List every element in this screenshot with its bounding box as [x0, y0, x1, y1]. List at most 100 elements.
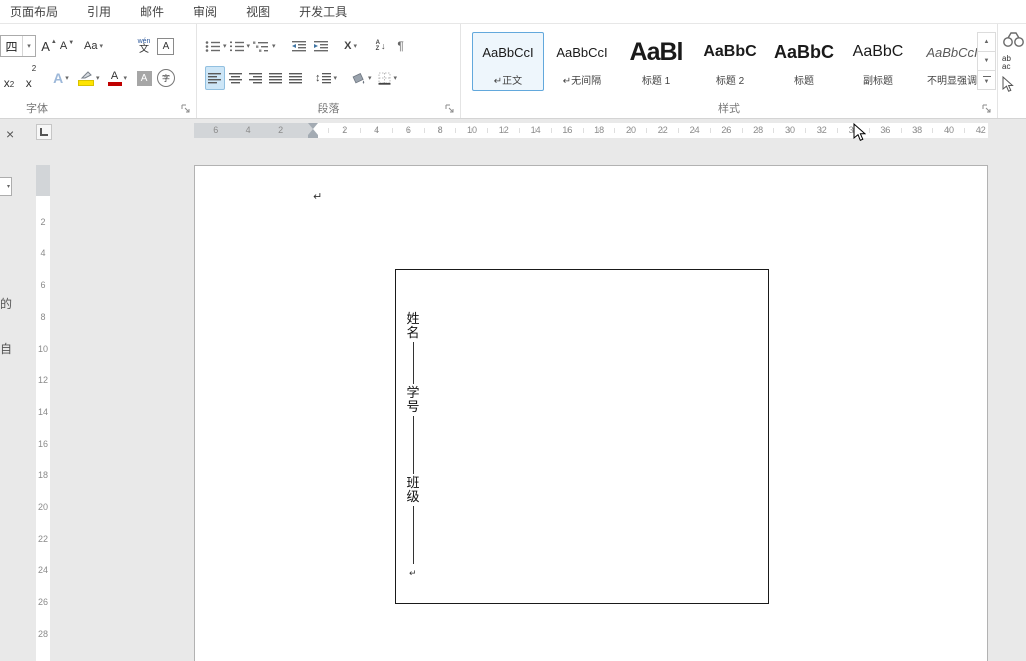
style-name: 不明显强调	[927, 72, 977, 87]
replace-icon: ab ac	[1002, 55, 1011, 71]
menu-tab-3[interactable]: 邮件	[140, 3, 164, 20]
borders-button[interactable]	[378, 67, 398, 89]
form-field-3: 班级	[406, 476, 420, 504]
sort-arrow-icon	[381, 41, 386, 51]
menu-tab-1[interactable]: 页面布局	[10, 3, 58, 20]
show-hide-marks-button[interactable]	[392, 35, 410, 57]
ruler-number: 16	[38, 439, 48, 449]
ruler-number: 40	[944, 125, 954, 135]
field-underline	[413, 506, 414, 564]
font-color-button[interactable]: A	[108, 67, 128, 89]
pane-dropdown[interactable]	[0, 177, 12, 196]
align-right-button[interactable]	[247, 67, 265, 89]
replace-button[interactable]: ab ac	[1002, 55, 1011, 71]
align-right-icon	[249, 72, 263, 84]
ruler-number: 8	[438, 125, 443, 135]
justify-icon	[269, 72, 283, 84]
form-field-1: 姓名	[406, 312, 420, 340]
style-name: 标题 1	[642, 72, 670, 87]
multilevel-list-icon	[252, 40, 270, 53]
menu-tab-6[interactable]: 开发工具	[299, 3, 347, 20]
style-sample: AaBbCcI	[926, 33, 977, 71]
multilevel-list-button[interactable]	[252, 35, 276, 57]
text-effects-button[interactable]: A	[52, 67, 70, 89]
sort-button[interactable]: A Z	[372, 35, 390, 57]
ruler-number: 14	[38, 407, 48, 417]
style-sample: AaBbCcI	[556, 33, 607, 71]
increase-indent-button[interactable]	[312, 35, 330, 57]
style-item-2[interactable]: AaBbCcI↵无间隔	[546, 32, 618, 91]
document-page[interactable]: ↵ 姓名学号班级↵	[194, 165, 988, 661]
decrease-indent-button[interactable]	[290, 35, 308, 57]
styles-scroll-up-button[interactable]	[977, 32, 996, 52]
enclose-character-icon: 字	[157, 69, 175, 87]
style-item-5[interactable]: AaBbC标题	[768, 32, 840, 91]
character-border-button[interactable]: A	[157, 35, 175, 57]
pilcrow-icon	[397, 39, 403, 53]
dialog-launcher-icon	[981, 103, 993, 115]
style-item-3[interactable]: AaBl标题 1	[620, 32, 692, 91]
menu-tab-2[interactable]: 引用	[87, 3, 111, 20]
ruler-number: 8	[40, 312, 45, 322]
enclose-character-button[interactable]: 字	[157, 67, 175, 89]
find-button[interactable]	[1002, 30, 1026, 48]
line-spacing-button[interactable]	[315, 67, 337, 89]
shrink-font-button[interactable]: A	[58, 35, 76, 57]
left-indent-marker[interactable]	[308, 135, 318, 138]
textbox[interactable]: 姓名学号班级↵	[395, 269, 769, 604]
styles-scroll-down-button[interactable]	[977, 52, 996, 71]
ruler-number: 12	[38, 375, 48, 385]
select-button[interactable]	[1002, 76, 1014, 93]
justify-button[interactable]	[267, 67, 285, 89]
increase-indent-icon	[313, 40, 329, 53]
distribute-button[interactable]	[287, 67, 305, 89]
ruler-number: 24	[690, 125, 700, 135]
word-window: 页面布局 引用 邮件 审阅 视图 开发工具 四 A A Aa	[0, 0, 1026, 661]
style-name: ↵正文	[494, 72, 522, 87]
paragraph-row-1: X A Z	[197, 34, 456, 58]
font-size-dropdown-icon[interactable]	[22, 36, 35, 56]
ruler-number: 4	[374, 125, 379, 135]
grow-font-glyph: A	[41, 39, 50, 54]
style-item-6[interactable]: AaBbC副标题	[842, 32, 914, 91]
ruler-number: 32	[817, 125, 827, 135]
paragraph-group-label: 段落	[318, 100, 340, 116]
styles-more-button[interactable]	[977, 71, 996, 90]
align-left-button[interactable]	[205, 66, 225, 90]
asian-layout-button[interactable]: X	[342, 35, 360, 57]
text-highlight-color-button[interactable]	[78, 67, 100, 89]
v-ruler: 246810121416182022242628	[36, 165, 50, 661]
align-center-button[interactable]	[227, 67, 245, 89]
field-label-char: 姓	[406, 312, 420, 326]
sort-icon: A Z	[376, 40, 380, 52]
superscript-button[interactable]: x2	[22, 67, 40, 89]
styles-dialog-launcher[interactable]	[981, 103, 993, 115]
style-item-4[interactable]: AaBbC标题 2	[694, 32, 766, 91]
font-dialog-launcher[interactable]	[180, 103, 192, 115]
tab-selector[interactable]	[36, 124, 52, 140]
subscript-button[interactable]: x2	[0, 67, 18, 89]
menu-tab-5[interactable]: 视图	[246, 3, 270, 20]
styles-gallery: AaBbCcI↵正文AaBbCcI↵无间隔AaBl标题 1AaBbC标题 2Aa…	[472, 32, 988, 91]
editing-group: ab ac	[998, 24, 1026, 118]
style-name: 副标题	[863, 72, 893, 87]
field-underline	[413, 342, 414, 384]
shading-button[interactable]	[351, 67, 372, 89]
character-shading-button[interactable]: A	[135, 67, 153, 89]
paragraph-dialog-launcher[interactable]	[444, 103, 456, 115]
line-spacing-arrows-icon	[315, 72, 321, 84]
font-size-select[interactable]: 四	[0, 35, 36, 57]
phonetic-guide-button[interactable]: wén 文	[135, 35, 153, 57]
menu-tab-4[interactable]: 审阅	[193, 3, 217, 20]
paint-bucket-icon	[351, 72, 366, 85]
grow-font-button[interactable]: A	[40, 35, 58, 57]
style-item-1[interactable]: AaBbCcI↵正文	[472, 32, 544, 91]
numbering-button[interactable]	[229, 35, 251, 57]
pane-close-button[interactable]: ×	[6, 127, 14, 141]
field-label-char: 级	[406, 490, 420, 504]
font-color-icon: A	[108, 71, 122, 86]
tab-stop-icon	[40, 128, 48, 136]
ruler-number: 18	[38, 470, 48, 480]
bullets-button[interactable]	[205, 35, 227, 57]
change-case-button[interactable]: Aa	[84, 35, 103, 57]
